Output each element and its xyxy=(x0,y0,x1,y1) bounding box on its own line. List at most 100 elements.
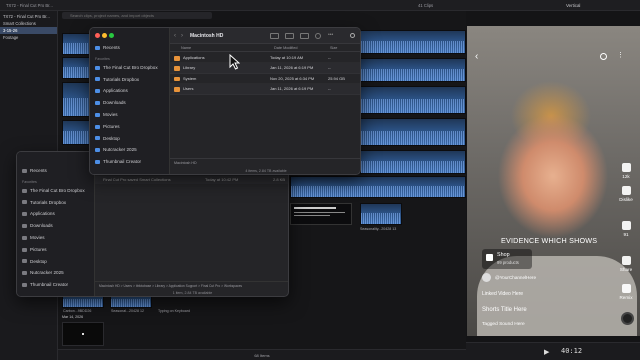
sidebar-item-downloads[interactable]: Downloads xyxy=(17,220,94,232)
clip-caption: Carbon...9BDD26 xyxy=(63,309,92,313)
sidebar-item-final-cut-bro-dropbox[interactable]: The Final Cut Bro Dropbox xyxy=(90,62,169,74)
file-size: 2.8 KB xyxy=(273,177,286,182)
linked-video[interactable]: Linked Video Here xyxy=(482,291,523,297)
finder-window-front[interactable]: Recents Favorites The Final Cut Bro Drop… xyxy=(89,27,361,175)
heart-icon xyxy=(621,163,631,172)
share-icon[interactable] xyxy=(300,33,309,39)
search-icon[interactable] xyxy=(600,53,607,60)
column-size[interactable]: Size xyxy=(330,44,337,52)
browser-status: 68 Items xyxy=(58,349,466,360)
clip-thumbnail[interactable] xyxy=(62,82,92,117)
search-icon[interactable] xyxy=(350,33,355,38)
forward-icon[interactable]: › xyxy=(181,32,183,40)
clip-thumbnail[interactable] xyxy=(360,150,466,174)
desktop-icon xyxy=(95,136,100,141)
sidebar-item-recents[interactable]: Recents xyxy=(90,42,169,54)
sidebar-item-tutorials-dropbox[interactable]: Tutorials Dropbox xyxy=(17,197,94,209)
sound-disc-icon[interactable] xyxy=(621,312,634,325)
dislike-button[interactable]: Dislike xyxy=(618,186,634,202)
clip-thumbnail[interactable] xyxy=(62,120,92,145)
movies-icon xyxy=(22,235,27,240)
path-bar[interactable]: Macintosh HD > Users > tbfotobase > Libr… xyxy=(95,281,288,289)
sidebar-item-thumbnail-creator[interactable]: Thumbnail Creator xyxy=(90,156,169,168)
remix-button[interactable]: Remix xyxy=(618,284,634,300)
back-arrow-icon[interactable]: ‹ xyxy=(475,51,478,62)
clip-thumbnail[interactable] xyxy=(360,30,466,54)
file-row[interactable]: Library Jan 11, 2026 at 6:19 PM -- xyxy=(170,63,360,74)
sidebar-item-pictures[interactable]: Pictures xyxy=(90,121,169,133)
share-icon xyxy=(621,256,631,265)
sidebar-item-nutcracker-2025[interactable]: Nutcracker 2025 xyxy=(17,267,94,279)
clip-thumbnail[interactable] xyxy=(62,33,92,55)
clock-icon xyxy=(95,45,100,50)
folder-icon xyxy=(22,200,27,205)
sidebar-item-thumbnail-creator[interactable]: Thumbnail Creator xyxy=(17,279,94,291)
comment-button[interactable]: 91 xyxy=(618,221,634,237)
dropbox-icon xyxy=(95,77,100,82)
more-icon[interactable]: ⋮ xyxy=(617,51,624,59)
file-row[interactable]: Users Jan 11, 2026 at 6:19 PM -- xyxy=(170,84,360,95)
file-row[interactable]: Applications Today at 10:19 AM -- xyxy=(170,53,360,63)
zoom-button[interactable] xyxy=(109,33,114,38)
like-button[interactable]: 12k xyxy=(618,163,634,179)
clip-thumbnail[interactable] xyxy=(360,203,402,225)
movies-icon xyxy=(95,112,100,117)
tag-icon[interactable] xyxy=(315,33,321,39)
sidebar-item-desktop[interactable]: Desktop xyxy=(90,133,169,145)
sidebar-item-desktop[interactable]: Desktop xyxy=(17,256,94,268)
file-name: Final Cut Pro saved Smart Collections xyxy=(103,177,171,182)
avatar[interactable] xyxy=(482,273,491,282)
clip-caption: Typing on Keyboard xyxy=(158,309,190,313)
view-options-icon[interactable] xyxy=(270,33,279,39)
browser-search-input[interactable]: Search clips, project names, and import … xyxy=(62,12,212,19)
sidebar-item-movies[interactable]: Movies xyxy=(90,109,169,121)
black-clip-thumbnail[interactable] xyxy=(62,322,104,346)
tagged-sound[interactable]: Tagged Sound Here xyxy=(482,322,525,327)
library-item-smart-collections[interactable]: Smart Collections xyxy=(0,20,57,27)
clip-caption: Seasonal...20428 12 xyxy=(111,309,144,313)
shop-button[interactable]: Shop 99 products xyxy=(482,249,532,269)
sidebar-item-tutorials-dropbox[interactable]: Tutorials Dropbox xyxy=(90,74,169,86)
sidebar-item-movies[interactable]: Movies xyxy=(17,232,94,244)
sidebar-item-downloads[interactable]: Downloads xyxy=(90,97,169,109)
sidebar-item-pictures[interactable]: Pictures xyxy=(17,244,94,256)
clip-thumbnail[interactable] xyxy=(290,176,466,198)
username[interactable]: @YourChannelHere xyxy=(495,275,536,280)
timecode: 40:12 xyxy=(561,347,583,355)
file-row[interactable]: Final Cut Pro saved Smart Collections To… xyxy=(95,176,288,184)
sidebar-item-final-cut-bro-dropbox[interactable]: The Final Cut Bro Dropbox xyxy=(17,185,94,197)
sidebar-item-applications[interactable]: Applications xyxy=(17,208,94,220)
downloads-icon xyxy=(95,101,100,106)
clip-thumbnail[interactable] xyxy=(360,86,466,114)
video-preview[interactable]: ‹ ⋮ EVIDENCE WHICH SHOWS Shop 99 product… xyxy=(467,26,640,336)
column-date-modified[interactable]: Date Modified xyxy=(274,44,297,52)
close-button[interactable] xyxy=(95,33,100,38)
file-row[interactable]: System Nov 20, 2025 at 6:34 PM 25.94 GB xyxy=(170,74,360,84)
thumbs-down-icon xyxy=(621,186,631,195)
document-thumbnail[interactable] xyxy=(290,203,352,225)
list-view-icon[interactable] xyxy=(285,33,294,39)
pictures-icon xyxy=(95,124,100,129)
library-item[interactable]: TX72 - Final Cut Pro Br... xyxy=(0,13,57,20)
sidebar-item-nutcracker-2025[interactable]: Nutcracker 2025 xyxy=(90,144,169,156)
column-name[interactable]: Name xyxy=(181,44,191,52)
caption-overlay: EVIDENCE WHICH SHOWS xyxy=(501,236,598,245)
play-icon[interactable]: ▶ xyxy=(544,348,549,356)
more-icon[interactable]: ••• xyxy=(328,32,333,38)
viewer-zoom[interactable]: Vertical xyxy=(566,0,580,11)
library-event[interactable]: 3-15-26 xyxy=(0,27,57,34)
clip-thumbnail[interactable] xyxy=(360,118,466,146)
remix-icon xyxy=(621,284,631,293)
clip-thumbnail[interactable] xyxy=(62,57,92,79)
clock-icon xyxy=(22,168,27,173)
path-bar[interactable]: Macintosh HD xyxy=(170,158,360,167)
shop-bag-icon xyxy=(486,254,493,261)
sidebar-item-recents[interactable]: Recents xyxy=(17,165,94,177)
library-item-footage[interactable]: Footage xyxy=(0,34,57,41)
sidebar-item-applications[interactable]: Applications xyxy=(90,85,169,97)
folder-icon xyxy=(174,66,180,71)
minimize-button[interactable] xyxy=(102,33,107,38)
share-button[interactable]: Share xyxy=(618,256,634,272)
back-icon[interactable]: ‹ xyxy=(174,32,176,40)
clip-thumbnail[interactable] xyxy=(360,58,466,82)
